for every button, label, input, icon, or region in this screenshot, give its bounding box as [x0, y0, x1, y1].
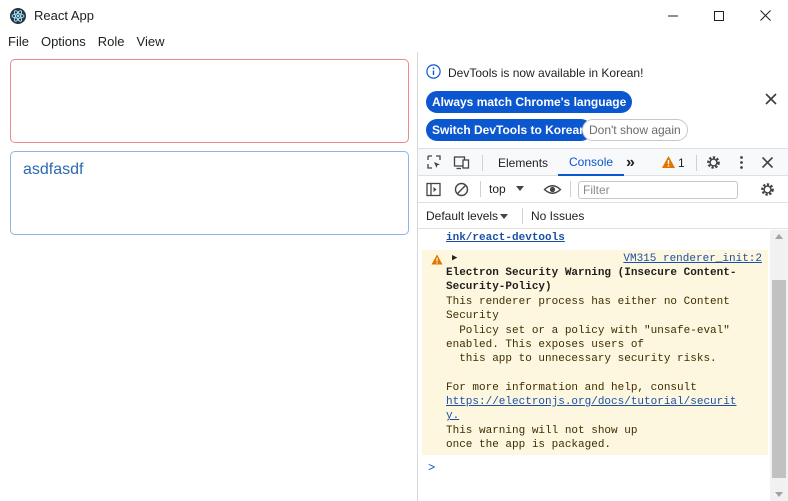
warning-line: This renderer process has either no Cont…: [446, 296, 730, 308]
inspect-element-icon[interactable]: [426, 154, 443, 171]
console-prompt[interactable]: >: [428, 461, 435, 475]
tab-console[interactable]: Console: [558, 149, 625, 176]
more-tabs-button[interactable]: »: [626, 149, 635, 176]
minimize-button[interactable]: [650, 0, 696, 31]
live-expression-eye-icon[interactable]: [543, 181, 562, 198]
window-controls: [650, 0, 788, 31]
card-text: asdfasdf: [23, 161, 84, 178]
warning-line: This warning will not show up: [446, 425, 638, 437]
warning-line: Electron Security Warning (Insecure Cont…: [446, 267, 737, 279]
tab-separator: [696, 155, 697, 171]
warning-count: 1: [678, 156, 685, 170]
menu-role[interactable]: Role: [98, 34, 125, 49]
menu-file[interactable]: File: [8, 34, 29, 49]
chevron-down-icon[interactable]: [500, 214, 508, 220]
warning-line: Security-Policy): [446, 281, 552, 293]
issues-status[interactable]: No Issues: [531, 209, 584, 223]
toolbar-separator: [570, 181, 571, 197]
maximize-icon: [714, 10, 724, 21]
tab-elements[interactable]: Elements: [498, 149, 548, 176]
devtools-panel: DevTools is now available in Korean! Alw…: [418, 52, 788, 501]
scroll-down-arrow-icon[interactable]: [775, 492, 783, 497]
devtools-tab-bar: Elements Console » 1: [418, 148, 788, 176]
dont-show-again-button[interactable]: Don't show again: [582, 119, 688, 141]
input-card-error[interactable]: [10, 59, 409, 143]
info-icon: [426, 64, 441, 79]
expand-triangle-icon[interactable]: ▶: [452, 253, 457, 263]
more-options-icon[interactable]: [733, 154, 750, 171]
menu-view[interactable]: View: [137, 34, 165, 49]
switch-korean-button[interactable]: Switch DevTools to Korean: [426, 119, 593, 141]
electron-app-icon: [10, 7, 26, 24]
source-link[interactable]: VM315 renderer_init:2: [623, 253, 762, 265]
electron-security-link[interactable]: https://electronjs.org/docs/tutorial/sec…: [446, 396, 736, 408]
console-settings-gear-icon[interactable]: [759, 181, 776, 198]
warning-icon: [431, 254, 443, 265]
minimize-icon: [668, 15, 678, 16]
menu-bar: File Options Role View: [0, 31, 788, 51]
app-content: asdfasdf: [0, 52, 417, 501]
language-notice: DevTools is now available in Korean! Alw…: [418, 52, 788, 147]
default-levels-dropdown[interactable]: Default levels: [426, 209, 498, 223]
sidebar-toggle-icon[interactable]: [425, 181, 442, 198]
tab-separator: [482, 155, 483, 171]
console-scrollbar[interactable]: [770, 230, 788, 501]
close-devtools-icon[interactable]: [759, 154, 776, 171]
toolbar-separator: [480, 181, 481, 197]
title-bar: React App: [0, 0, 788, 31]
close-notice-icon[interactable]: [764, 92, 778, 106]
levels-bar: Default levels No Issues: [418, 204, 788, 229]
scroll-up-arrow-icon[interactable]: [775, 234, 783, 239]
warning-count-icon[interactable]: [661, 155, 676, 169]
warning-line: this app to unnecessary security risks.: [446, 353, 717, 365]
menu-options[interactable]: Options: [41, 34, 86, 49]
security-warning-message: ▶ VM315 renderer_init:2 Electron Securit…: [422, 250, 768, 455]
notice-text: DevTools is now available in Korean!: [448, 66, 644, 80]
warning-line: once the app is packaged.: [446, 439, 612, 451]
clear-console-icon[interactable]: [453, 181, 470, 198]
warning-line: enabled. This exposes users of: [446, 339, 645, 351]
electron-security-link-end[interactable]: y.: [446, 410, 459, 422]
levels-separator: [522, 208, 523, 224]
close-icon: [759, 10, 771, 21]
warning-line: Security: [446, 310, 499, 322]
maximize-button[interactable]: [696, 0, 742, 31]
settings-gear-icon[interactable]: [705, 154, 722, 171]
warning-line: For more information and help, consult: [446, 382, 697, 394]
filter-input[interactable]: Filter: [578, 181, 738, 199]
console-output: ink/react-devtools ▶ VM315 renderer_init…: [418, 230, 770, 501]
device-toolbar-icon[interactable]: [453, 154, 470, 171]
window-title: React App: [34, 8, 94, 23]
console-toolbar: top Filter: [418, 176, 788, 203]
scrollbar-thumb[interactable]: [772, 280, 786, 478]
chevron-down-icon[interactable]: [516, 186, 524, 192]
warning-line: Policy set or a policy with "unsafe-eval…: [446, 325, 730, 337]
input-card-active[interactable]: asdfasdf: [10, 151, 409, 235]
context-selector[interactable]: top: [489, 182, 506, 196]
devtools-link[interactable]: ink/react-devtools: [446, 232, 565, 244]
close-window-button[interactable]: [742, 0, 788, 31]
match-language-button[interactable]: Always match Chrome's language: [426, 91, 633, 113]
